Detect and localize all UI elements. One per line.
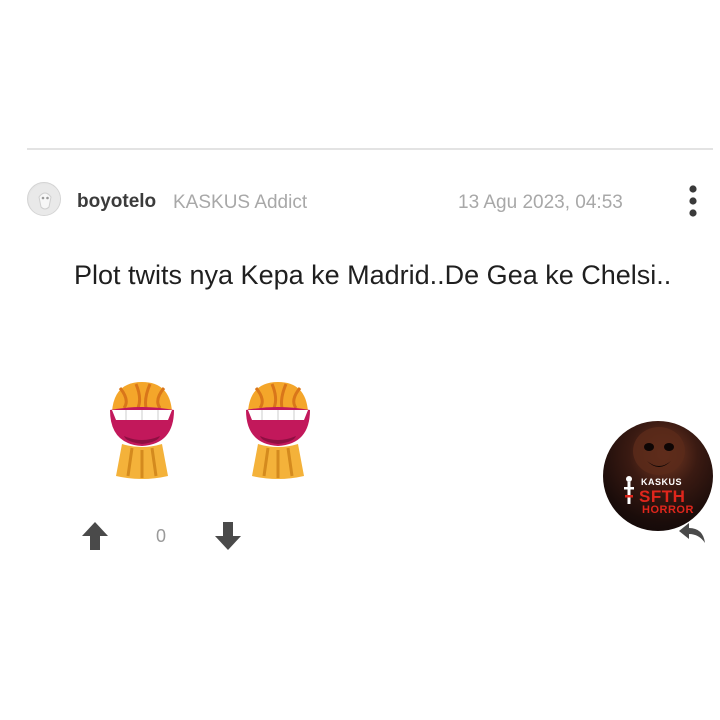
vote-count: 0	[156, 526, 167, 546]
promo-title-line2: HORROR	[642, 504, 694, 516]
promo-brand: KASKUS	[641, 477, 683, 487]
post-header: boyotelo KASKUS Addict 13 Agu 2023, 04:5…	[27, 182, 713, 222]
thread-post-page: boyotelo KASKUS Addict 13 Agu 2023, 04:5…	[0, 0, 720, 720]
arrow-down-icon	[215, 522, 241, 550]
vertical-dots-icon	[689, 185, 697, 217]
upvote-button[interactable]	[80, 520, 110, 552]
totem-icon	[624, 476, 634, 504]
post-body-text: Plot twits nya Kepa ke Madrid..De Gea ke…	[74, 260, 672, 290]
horror-face-icon	[633, 427, 685, 475]
arrow-up-icon	[82, 522, 108, 550]
post-timestamp: 13 Agu 2023, 04:53	[458, 192, 623, 213]
default-avatar-icon	[29, 184, 60, 215]
user-avatar[interactable]	[27, 182, 61, 216]
post-author-username[interactable]: boyotelo	[77, 191, 156, 213]
downvote-button[interactable]	[213, 520, 243, 552]
laughing-emoticon-icon	[246, 382, 310, 479]
laughing-emoticon-2	[242, 378, 314, 482]
sfth-horror-promo-badge[interactable]: KASKUS SFTH HORROR	[603, 421, 713, 531]
laughing-emoticon-icon	[110, 382, 174, 479]
post-author-rank: KASKUS Addict	[173, 192, 308, 213]
laughing-emoticon-1	[106, 378, 178, 482]
reply-icon	[679, 523, 705, 543]
post-divider	[27, 148, 713, 150]
post-more-options-button[interactable]	[683, 184, 703, 218]
reply-button[interactable]	[675, 519, 709, 547]
